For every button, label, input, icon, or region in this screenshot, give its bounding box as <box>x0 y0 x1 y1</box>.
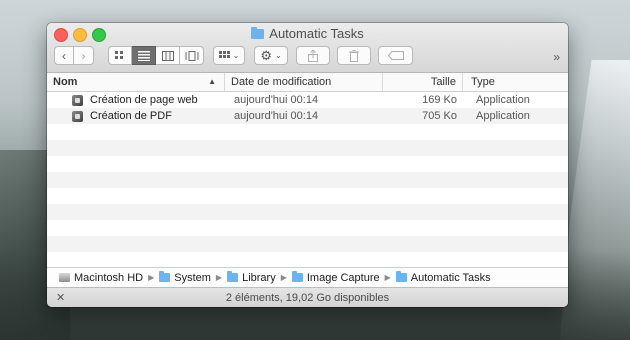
window-title: Automatic Tasks <box>47 26 568 41</box>
folder-icon <box>227 271 239 282</box>
path-item-label: Macintosh HD <box>74 271 144 284</box>
grid-icon <box>115 50 123 59</box>
folder-icon <box>291 271 303 282</box>
hard-drive-icon <box>59 273 70 282</box>
file-type: Application <box>476 110 530 122</box>
path-item-system[interactable]: System <box>159 271 211 284</box>
path-item-label: System <box>174 271 211 284</box>
toolbar-overflow-button[interactable]: » <box>553 50 560 64</box>
application-icon <box>72 110 83 122</box>
path-item-label: Library <box>242 271 276 284</box>
cover-flow-icon <box>185 50 198 61</box>
empty-row <box>47 140 568 156</box>
path-item-automatic-tasks[interactable]: Automatic Tasks <box>395 271 491 284</box>
tag-button[interactable] <box>378 46 413 65</box>
empty-row <box>47 252 568 266</box>
file-type: Application <box>476 94 530 106</box>
empty-row <box>47 204 568 220</box>
window-title-text: Automatic Tasks <box>269 26 364 41</box>
chevron-down-icon: ⌄ <box>232 51 240 60</box>
finder-window: Automatic Tasks ‹ › ⌄ ⚙ ⌄ » Nom ▲ Date d… <box>47 23 568 307</box>
column-date-header[interactable]: Date de modification <box>225 73 383 91</box>
path-item-library[interactable]: Library <box>227 271 276 284</box>
trash-icon <box>349 49 359 62</box>
status-bar: ✕ 2 éléments, 19,02 Go disponibles <box>47 287 568 307</box>
column-size-header[interactable]: Taille <box>383 73 463 91</box>
list-icon <box>137 50 150 61</box>
column-name-label: Nom <box>53 76 78 88</box>
file-size: 705 Ko <box>422 110 457 122</box>
empty-row <box>47 236 568 252</box>
back-button[interactable]: ‹ <box>54 46 74 65</box>
icon-view-button[interactable] <box>108 46 132 65</box>
file-name: Création de page web <box>90 94 198 106</box>
wrench-icon[interactable]: ✕ <box>56 288 65 307</box>
empty-row <box>47 156 568 172</box>
forward-button[interactable]: › <box>74 46 94 65</box>
file-list: Création de page web aujourd'hui 00:14 1… <box>47 92 568 266</box>
column-type-header[interactable]: Type <box>463 73 568 91</box>
path-item-label: Image Capture <box>306 271 380 284</box>
path-bar: Macintosh HD ▶ System ▶ Library ▶ Image … <box>47 267 568 287</box>
cover-flow-view-button[interactable] <box>180 46 204 65</box>
chevron-right-icon: › <box>81 48 86 63</box>
columns-icon <box>161 50 174 61</box>
empty-row <box>47 188 568 204</box>
file-date: aujourd'hui 00:14 <box>234 110 319 122</box>
path-separator-icon: ▶ <box>148 273 155 282</box>
empty-row <box>47 172 568 188</box>
empty-row <box>47 124 568 140</box>
application-icon <box>72 94 83 106</box>
folder-icon <box>395 271 407 282</box>
delete-button[interactable] <box>337 46 371 65</box>
list-view-button[interactable] <box>132 46 156 65</box>
folder-icon <box>159 271 171 282</box>
table-row[interactable]: Création de PDF aujourd'hui 00:14 705 Ko… <box>47 108 568 124</box>
path-separator-icon: ▶ <box>384 273 391 282</box>
table-row[interactable]: Création de page web aujourd'hui 00:14 1… <box>47 92 568 108</box>
column-header: Nom ▲ Date de modification Taille Type <box>47 73 568 92</box>
chevron-down-icon: ⌄ <box>274 51 282 60</box>
chevron-left-icon: ‹ <box>62 48 66 63</box>
arrange-grid-icon <box>218 50 230 58</box>
path-separator-icon: ▶ <box>280 273 287 282</box>
title-bar[interactable]: Automatic Tasks ‹ › ⌄ ⚙ ⌄ » <box>47 23 568 73</box>
file-date: aujourd'hui 00:14 <box>234 94 319 106</box>
share-icon <box>308 49 318 62</box>
file-name: Création de PDF <box>90 110 172 122</box>
action-button[interactable]: ⚙ ⌄ <box>254 46 288 65</box>
path-item-label: Automatic Tasks <box>410 271 491 284</box>
tag-icon <box>387 51 404 60</box>
arrange-button[interactable]: ⌄ <box>213 46 245 65</box>
path-separator-icon: ▶ <box>215 273 223 282</box>
path-item-image-capture[interactable]: Image Capture <box>291 271 380 284</box>
gear-icon: ⚙ <box>260 47 272 63</box>
folder-icon <box>251 27 265 39</box>
column-name-header[interactable]: Nom ▲ <box>47 73 225 91</box>
column-view-button[interactable] <box>156 46 180 65</box>
sort-ascending-icon: ▲ <box>208 77 216 86</box>
empty-row <box>47 220 568 236</box>
path-item-macintosh-hd[interactable]: Macintosh HD <box>59 272 143 284</box>
status-text: 2 éléments, 19,02 Go disponibles <box>225 292 390 304</box>
share-button[interactable] <box>296 46 330 65</box>
file-size: 169 Ko <box>422 94 457 106</box>
